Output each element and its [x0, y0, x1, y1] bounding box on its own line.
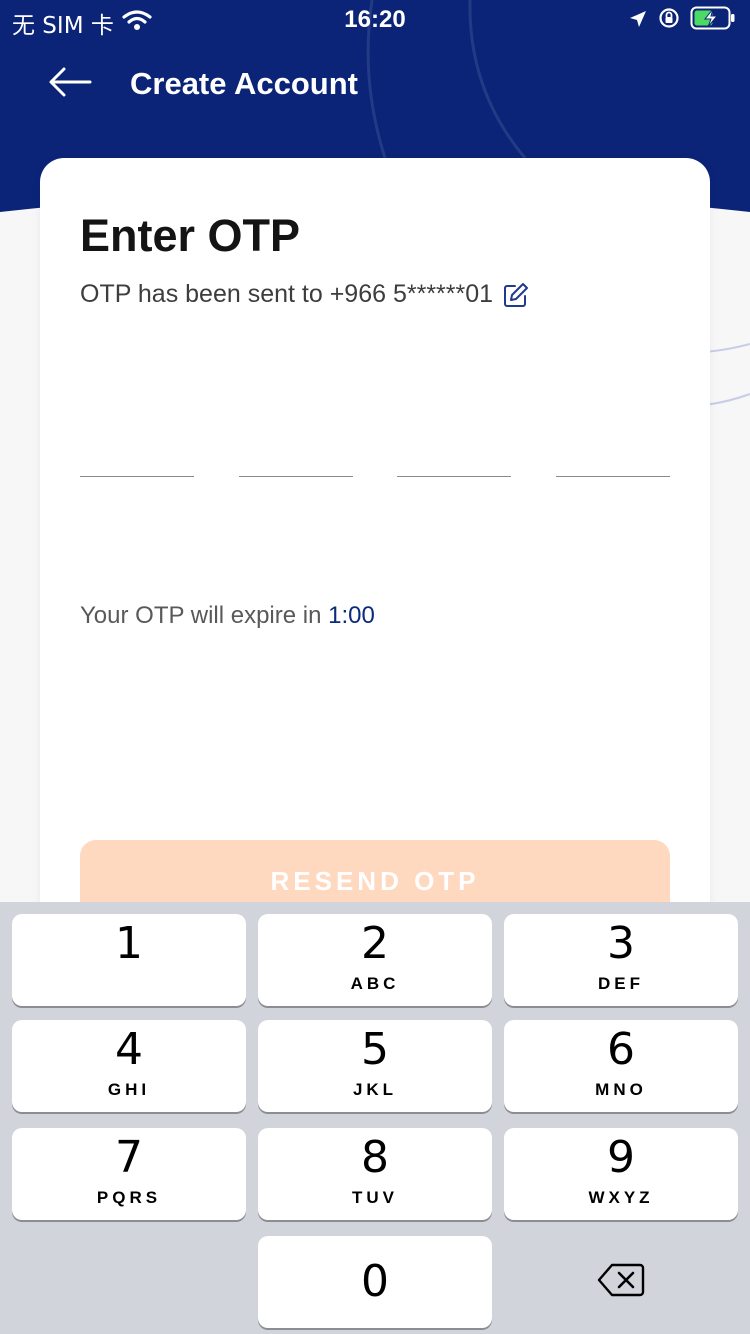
page-title: Create Account — [130, 66, 358, 101]
key-4[interactable]: 4 GHI — [12, 1020, 246, 1112]
key-9[interactable]: 9 WXYZ — [504, 1128, 738, 1220]
key-digit: 5 — [361, 1024, 389, 1075]
key-digit: 2 — [361, 918, 389, 969]
key-letters: WXYZ — [588, 1188, 654, 1207]
key-3[interactable]: 3 DEF — [504, 914, 738, 1006]
otp-digit-input-4[interactable] — [556, 438, 670, 477]
key-0[interactable]: 0 — [258, 1236, 492, 1328]
otp-expiry-notice: Your OTP will expire in 1:00 — [80, 602, 375, 630]
otp-digit-input-2[interactable] — [239, 438, 353, 477]
key-digit: 1 — [115, 918, 143, 969]
key-letters: ABC — [350, 974, 400, 993]
key-2[interactable]: 2 ABC — [258, 914, 492, 1006]
back-button[interactable] — [44, 60, 96, 108]
key-digit: 6 — [607, 1024, 635, 1075]
key-letters: JKL — [352, 1080, 398, 1099]
battery-charging-icon — [690, 6, 736, 37]
status-right-group — [628, 6, 736, 37]
otp-heading: Enter OTP — [80, 210, 301, 261]
orientation-lock-icon — [658, 7, 680, 36]
key-letters: PQRS — [96, 1188, 162, 1207]
key-digit: 4 — [115, 1024, 143, 1075]
otp-sent-message: OTP has been sent to +966 5******01 — [80, 280, 529, 309]
key-digit: 9 — [607, 1132, 635, 1183]
location-arrow-icon — [628, 8, 648, 36]
key-letters: GHI — [107, 1080, 151, 1099]
key-5[interactable]: 5 JKL — [258, 1020, 492, 1112]
otp-digit-input-1[interactable] — [80, 438, 194, 477]
otp-expiry-label: Your OTP will expire in — [80, 602, 322, 629]
key-digit: 3 — [607, 918, 635, 969]
otp-timer: 1:00 — [328, 602, 375, 629]
otp-digit-input-3[interactable] — [397, 438, 511, 477]
key-letters: DEF — [598, 974, 644, 993]
key-1[interactable]: 1 — [12, 914, 246, 1006]
backspace-icon — [597, 1263, 645, 1302]
edit-icon[interactable] — [503, 282, 529, 308]
navigation-bar: Create Account — [0, 48, 750, 120]
key-8[interactable]: 8 TUV — [258, 1128, 492, 1220]
key-digit: 8 — [361, 1132, 389, 1183]
key-7[interactable]: 7 PQRS — [12, 1128, 246, 1220]
otp-input-group — [80, 438, 670, 478]
otp-card: Enter OTP OTP has been sent to +966 5***… — [40, 158, 710, 958]
arrow-left-icon — [48, 66, 92, 103]
numeric-keyboard: 1 2 ABC 3 DEF 4 GHI 5 JKL 6 MNO 7 PQRS 8… — [0, 902, 750, 1334]
key-letters: MNO — [595, 1080, 647, 1099]
key-letters: TUV — [352, 1188, 398, 1207]
key-6[interactable]: 6 MNO — [504, 1020, 738, 1112]
status-bar: 无 SIM 卡 16:20 — [0, 0, 750, 40]
key-digit: 7 — [115, 1132, 143, 1183]
key-digit: 0 — [361, 1256, 389, 1307]
delete-key[interactable] — [504, 1236, 738, 1328]
otp-sent-text: OTP has been sent to +966 5******01 — [80, 280, 494, 308]
